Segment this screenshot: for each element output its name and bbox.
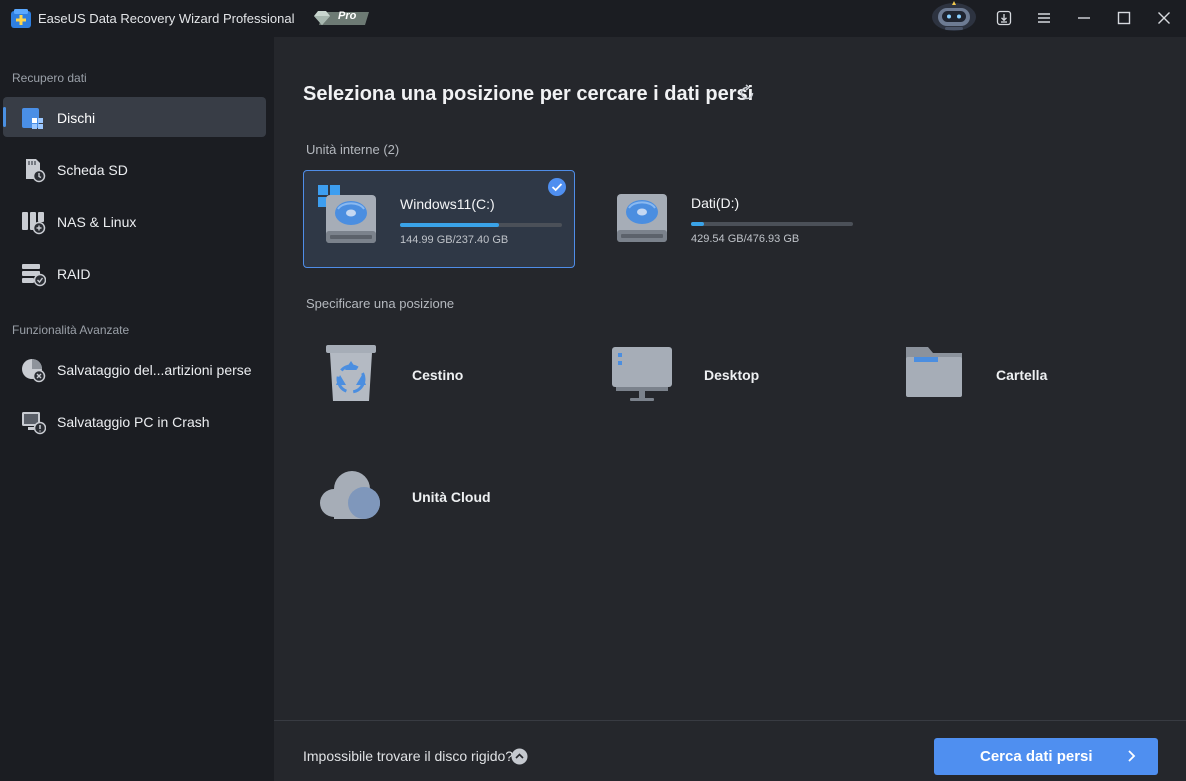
desktop-icon [612, 347, 672, 401]
location-label: Desktop [704, 367, 760, 383]
location-folder[interactable]: Cartella [900, 339, 1160, 409]
app-window: EaseUS Data Recovery Wizard Professional… [0, 0, 1186, 781]
sd-card-icon [26, 159, 46, 183]
footer-divider [274, 720, 1186, 721]
drive-usage-fill [400, 223, 499, 227]
lost-partition-icon [22, 359, 46, 383]
sidebar-item-raid[interactable]: RAID [3, 253, 266, 293]
app-logo-icon [11, 9, 31, 28]
minimize-button[interactable] [1071, 6, 1097, 30]
sidebar: Recupero dati Dischi Scheda SD NAS & Lin… [0, 37, 274, 781]
app-title: EaseUS Data Recovery Wizard Professional [38, 11, 295, 26]
menu-button[interactable] [1031, 6, 1057, 30]
sidebar-item-label: RAID [57, 266, 91, 282]
location-label: Unità Cloud [412, 489, 491, 505]
sidebar-item-label: NAS & Linux [57, 214, 137, 230]
sidebar-section-advanced: Funzionalità Avanzate [12, 323, 130, 337]
drive-card-d[interactable]: Dati(D:) 429.54 GB/476.93 GB [595, 170, 867, 268]
sidebar-item-label: Salvataggio del...artizioni perse [57, 362, 252, 378]
main-panel: Seleziona una posizione per cercare i da… [274, 37, 1186, 781]
drive-usage-fill [691, 222, 704, 226]
active-indicator [3, 107, 6, 127]
disk-icon [22, 108, 43, 129]
drive-usage-bar [691, 222, 853, 226]
recycle-bin-icon [326, 345, 376, 401]
sidebar-item-label: Salvataggio PC in Crash [57, 414, 210, 430]
drive-usage-bar [400, 223, 562, 227]
menu-icon [1038, 13, 1050, 23]
refresh-icon[interactable] [737, 83, 757, 103]
minimize-icon [1078, 17, 1090, 19]
sidebar-item-nas-linux[interactable]: NAS & Linux [3, 201, 266, 241]
scan-button[interactable]: Cerca dati persi [934, 738, 1158, 775]
close-button[interactable] [1151, 6, 1177, 30]
chevron-up-icon[interactable] [511, 748, 528, 765]
hard-drive-icon [617, 194, 667, 242]
sidebar-item-label: Dischi [57, 110, 96, 126]
location-desktop[interactable]: Desktop [608, 339, 868, 409]
drive-name: Windows11(C:) [400, 196, 495, 212]
nas-icon [22, 212, 46, 235]
maximize-button[interactable] [1111, 6, 1137, 30]
sidebar-section-recovery: Recupero dati [12, 71, 87, 85]
pro-badge-label: Pro [338, 10, 357, 22]
drive-size: 429.54 GB/476.93 GB [691, 233, 800, 245]
maximize-icon [1117, 11, 1131, 25]
specify-location-label: Specificare una posizione [306, 296, 455, 311]
drive-card-c[interactable]: Windows11(C:) 144.99 GB/237.40 GB [303, 170, 575, 268]
location-label: Cestino [412, 367, 464, 383]
chevron-right-icon [1128, 750, 1136, 762]
title-bar: EaseUS Data Recovery Wizard Professional… [0, 0, 1186, 37]
pro-badge: Pro [313, 8, 371, 28]
raid-icon [22, 264, 46, 287]
sidebar-item-sd-card[interactable]: Scheda SD [3, 149, 266, 189]
folder-icon [906, 347, 962, 397]
crashed-pc-icon [22, 412, 46, 435]
drive-name: Dati(D:) [691, 195, 740, 211]
download-button[interactable] [991, 6, 1017, 30]
drive-size: 144.99 GB/237.40 GB [400, 234, 509, 246]
location-recycle-bin[interactable]: Cestino [316, 339, 576, 409]
sidebar-item-label: Scheda SD [57, 162, 128, 178]
help-text[interactable]: Impossibile trovare il disco rigido? [303, 748, 513, 764]
sidebar-item-crashed-pc[interactable]: Salvataggio PC in Crash [3, 401, 266, 441]
location-label: Cartella [996, 367, 1048, 383]
assistant-robot-icon[interactable] [930, 0, 978, 32]
sidebar-item-disks[interactable]: Dischi [3, 97, 266, 137]
location-cloud[interactable]: Unità Cloud [316, 461, 576, 531]
close-icon [1158, 12, 1170, 24]
internal-drives-label: Unità interne (2) [306, 142, 400, 157]
scan-button-label: Cerca dati persi [980, 748, 1093, 765]
windows-drive-icon [318, 185, 376, 243]
download-icon [996, 10, 1012, 26]
checkmark-icon [548, 178, 566, 196]
page-title: Seleziona una posizione per cercare i da… [303, 83, 754, 105]
sidebar-item-lost-partition[interactable]: Salvataggio del...artizioni perse [3, 349, 266, 389]
cloud-icon [320, 471, 380, 519]
